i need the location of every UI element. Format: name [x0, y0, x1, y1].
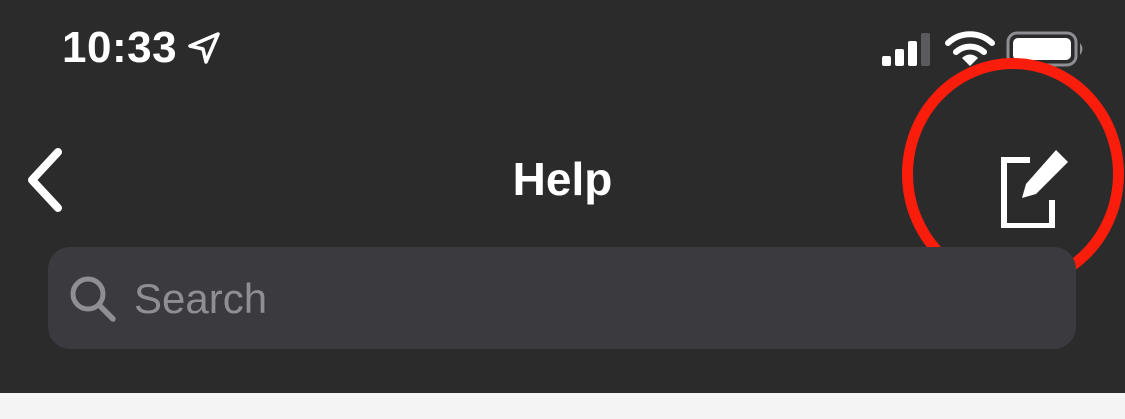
location-arrow-icon — [188, 32, 220, 64]
content-area-top — [0, 393, 1125, 419]
navigation-bar: Help — [0, 120, 1125, 240]
status-time: 10:33 — [62, 23, 178, 72]
page-title: Help — [512, 153, 613, 205]
battery-icon — [1006, 31, 1083, 67]
search-placeholder: Search — [134, 275, 268, 322]
search-icon — [70, 276, 116, 322]
status-bar: 10:33 — [0, 0, 1125, 100]
cellular-signal-icon — [882, 33, 930, 66]
compose-button[interactable] — [990, 144, 1074, 229]
compose-icon — [1001, 150, 1068, 229]
help-screen: 10:33 Help Search — [0, 0, 1125, 419]
wifi-icon — [945, 31, 995, 66]
search-input[interactable]: Search — [48, 247, 1076, 349]
